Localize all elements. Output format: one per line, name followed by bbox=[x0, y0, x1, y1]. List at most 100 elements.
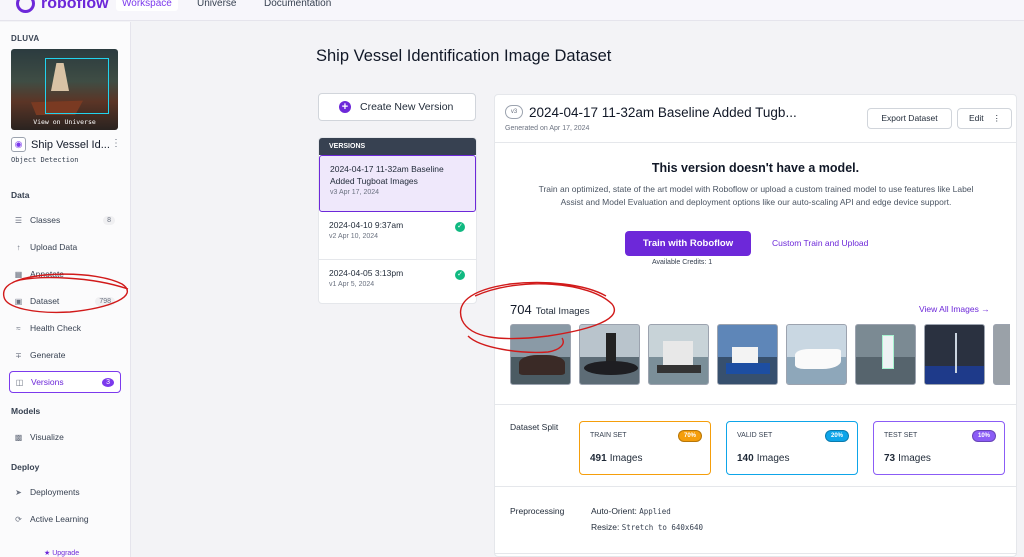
workspace-name: DLUVA bbox=[11, 34, 40, 43]
section-models: Models bbox=[11, 406, 41, 416]
sidebar-item-annotate[interactable]: ▦ Annotate bbox=[9, 264, 121, 284]
sidebar-item-upload[interactable]: ↑ Upload Data bbox=[9, 237, 121, 257]
panel-divider bbox=[495, 553, 1016, 554]
view-on-universe-link[interactable]: View on Universe bbox=[11, 118, 118, 126]
image-vessel bbox=[584, 361, 638, 375]
split-percent: 70% bbox=[677, 430, 702, 442]
top-nav: roboflow Workspace Universe Documentatio… bbox=[0, 0, 1024, 21]
sidebar-item-classes[interactable]: ☰ Classes 8 bbox=[9, 210, 121, 230]
sidebar-item-label: Versions bbox=[31, 377, 64, 387]
section-deploy: Deploy bbox=[11, 462, 40, 472]
image-thumbnail[interactable] bbox=[993, 324, 1010, 385]
view-all-images-link[interactable]: View All Images → bbox=[919, 304, 990, 314]
preprocessing-auto-orient: Auto-Orient: Applied bbox=[591, 506, 671, 516]
dataset-split-section: Dataset Split TRAIN SET 70% 491 Images VA… bbox=[495, 404, 1016, 487]
dataset-split-label: Dataset Split bbox=[510, 422, 559, 432]
image-thumbnail[interactable] bbox=[786, 324, 847, 385]
annotate-icon: ▦ bbox=[14, 269, 23, 279]
train-set-card[interactable]: TRAIN SET 70% 491 Images bbox=[579, 421, 711, 475]
image-vessel bbox=[882, 335, 894, 369]
version-subtitle: v3 Apr 17, 2024 bbox=[330, 189, 380, 196]
dataset-count: 798 bbox=[95, 296, 115, 306]
check-circle-icon: ✓ bbox=[455, 222, 465, 232]
version-item-v1[interactable]: 2024-04-05 3:13pm v1 Apr 5, 2024 ✓ bbox=[319, 260, 476, 303]
sidebar-item-generate[interactable]: ∓ Generate bbox=[9, 345, 121, 365]
sidebar-item-health-check[interactable]: ≈ Health Check bbox=[9, 318, 121, 338]
sidebar-item-label: Annotate bbox=[30, 269, 65, 279]
thumb-bounding-box bbox=[45, 58, 109, 114]
split-name: TRAIN SET bbox=[590, 432, 627, 439]
arrow-right-icon: → bbox=[981, 304, 990, 314]
nav-documentation[interactable]: Documentation bbox=[258, 0, 337, 11]
edit-button[interactable]: Edit ⋮ bbox=[957, 108, 1012, 129]
split-count: 140 Images bbox=[737, 453, 789, 464]
section-data: Data bbox=[11, 190, 30, 200]
images-icon: ▣ bbox=[14, 296, 23, 306]
sidebar: DLUVA View on Universe ◉ Ship Vessel Id.… bbox=[0, 22, 131, 557]
test-set-card[interactable]: TEST SET 10% 73 Images bbox=[873, 421, 1005, 475]
sidebar-item-active-learning[interactable]: ⟳ Active Learning bbox=[9, 509, 121, 529]
version-item-v3[interactable]: 2024-04-17 11-32am Baseline Added Tugboa… bbox=[319, 155, 476, 212]
version-item-v2[interactable]: 2024-04-10 9:37am v2 Apr 10, 2024 ✓ bbox=[319, 212, 476, 260]
prep-key: Resize: bbox=[591, 522, 620, 532]
available-credits: Available Credits: 1 bbox=[652, 259, 713, 266]
sidebar-item-label: Generate bbox=[30, 350, 66, 360]
kebab-menu-icon[interactable]: ⋮ bbox=[111, 138, 121, 149]
roboflow-logo-icon bbox=[16, 0, 35, 13]
image-thumbnail[interactable] bbox=[924, 324, 985, 385]
image-thumbnail[interactable] bbox=[579, 324, 640, 385]
versions-icon: ◫ bbox=[15, 377, 24, 387]
image-thumbnail[interactable] bbox=[648, 324, 709, 385]
sidebar-item-dataset[interactable]: ▣ Dataset 798 bbox=[9, 291, 121, 311]
sidebar-item-label: Dataset bbox=[30, 296, 60, 306]
create-version-label: Create New Version bbox=[360, 101, 454, 113]
image-vessel-hull bbox=[657, 365, 701, 373]
rocket-icon: ➤ bbox=[15, 487, 22, 497]
versions-header: VERSIONS bbox=[319, 138, 476, 155]
image-thumbnail[interactable] bbox=[717, 324, 778, 385]
nav-workspace[interactable]: Workspace bbox=[116, 0, 178, 11]
active-learning-icon: ⟳ bbox=[15, 514, 22, 524]
view-all-label: View All Images bbox=[919, 304, 979, 314]
sidebar-item-label: Upload Data bbox=[30, 242, 78, 252]
sidebar-item-label: Health Check bbox=[30, 323, 82, 333]
sidebar-item-visualize[interactable]: ▩ Visualize bbox=[9, 427, 121, 447]
image-thumbnail[interactable] bbox=[510, 324, 571, 385]
generate-icon: ∓ bbox=[15, 350, 22, 360]
image-vessel bbox=[519, 355, 565, 375]
image-vessel-mast bbox=[955, 333, 957, 373]
train-with-roboflow-button[interactable]: Train with Roboflow bbox=[625, 231, 751, 256]
upgrade-link[interactable]: ★ Upgrade bbox=[44, 549, 79, 557]
classes-count: 8 bbox=[103, 215, 115, 225]
total-count: 704 bbox=[510, 302, 532, 317]
split-unit: Images bbox=[756, 453, 790, 464]
split-count-value: 73 bbox=[884, 453, 896, 464]
preprocessing-resize: Resize: Stretch to 640x640 bbox=[591, 522, 703, 532]
split-name: VALID SET bbox=[737, 432, 773, 439]
sidebar-item-label: Deployments bbox=[30, 487, 80, 497]
list-icon: ☰ bbox=[14, 215, 23, 225]
nav-universe[interactable]: Universe bbox=[191, 0, 242, 11]
prep-value: Applied bbox=[639, 507, 671, 516]
kebab-menu-icon: ⋮ bbox=[992, 113, 1002, 123]
project-selector[interactable]: ◉ Ship Vessel Id... ⋮ bbox=[11, 137, 121, 152]
project-thumbnail[interactable]: View on Universe bbox=[11, 49, 118, 130]
export-dataset-button[interactable]: Export Dataset bbox=[867, 108, 952, 129]
globe-icon: ◉ bbox=[11, 137, 26, 152]
version-title: 2024-04-10 9:37am bbox=[329, 220, 404, 230]
sidebar-item-label: Active Learning bbox=[30, 514, 89, 524]
create-new-version-button[interactable]: + Create New Version bbox=[318, 93, 476, 121]
sidebar-item-versions[interactable]: ◫ Versions 3 bbox=[9, 371, 121, 393]
no-model-description: Train an optimized, state of the art mod… bbox=[538, 184, 974, 207]
total-label: Total Images bbox=[535, 306, 590, 317]
split-count: 73 Images bbox=[884, 453, 931, 464]
sidebar-item-deployments[interactable]: ➤ Deployments bbox=[9, 482, 121, 502]
version-subtitle: v1 Apr 5, 2024 bbox=[329, 281, 375, 288]
logo[interactable]: roboflow bbox=[16, 0, 109, 13]
custom-train-upload-link[interactable]: Custom Train and Upload bbox=[772, 238, 868, 248]
valid-set-card[interactable]: VALID SET 20% 140 Images bbox=[726, 421, 858, 475]
split-percent: 20% bbox=[824, 430, 849, 442]
versions-count: 3 bbox=[102, 377, 114, 387]
image-vessel-tower bbox=[606, 333, 616, 363]
image-thumbnail[interactable] bbox=[855, 324, 916, 385]
